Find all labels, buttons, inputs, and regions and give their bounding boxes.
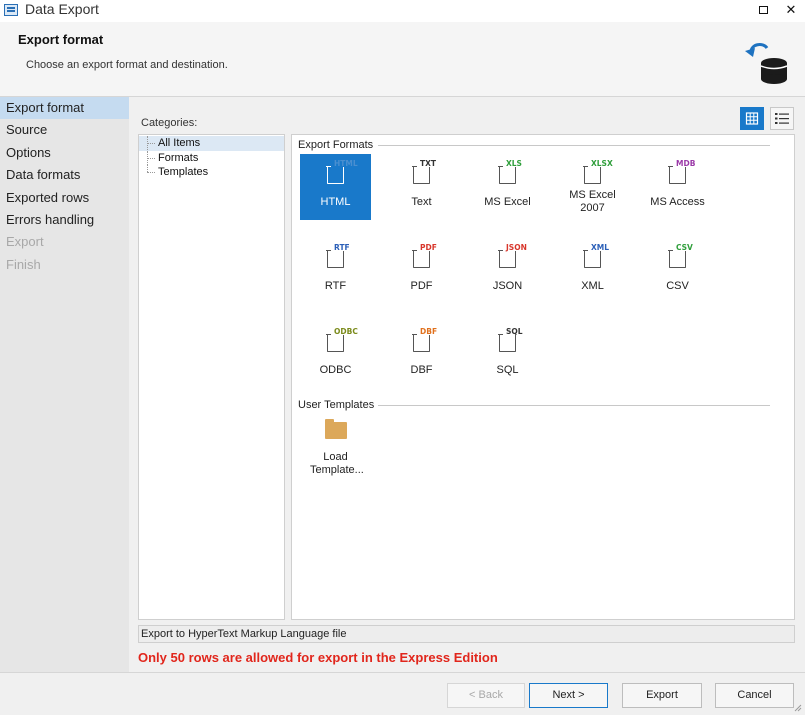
format-tile-sql[interactable]: SQL SQL <box>472 322 543 388</box>
sidebar-step-exported-rows[interactable]: Exported rows <box>0 187 129 209</box>
format-name: MS Excel <box>484 196 531 208</box>
format-name: RTF <box>324 280 347 292</box>
rtf-file-icon <box>326 250 344 268</box>
formats-panel: Export Formats User Templates HTML HTML TX… <box>291 134 795 620</box>
format-name: JSON <box>492 280 523 292</box>
export-button[interactable]: Export <box>622 683 702 708</box>
next-button[interactable]: Next > <box>529 683 608 708</box>
format-tile-xlsx[interactable]: XLSX MS Excel 2007 <box>557 154 628 220</box>
html-file-icon <box>326 166 344 184</box>
list-view-button[interactable] <box>770 107 794 130</box>
window-title: Data Export <box>25 1 99 17</box>
sql-file-icon <box>498 334 516 352</box>
format-tile-xml[interactable]: XML XML <box>557 238 628 304</box>
format-tile-pdf[interactable]: PDF PDF <box>386 238 457 304</box>
sidebar-step-export: Export <box>6 234 44 250</box>
file-type-tag: ODBC <box>334 327 358 336</box>
sidebar-step-source[interactable]: Source <box>0 119 129 141</box>
tree-item-all-items[interactable]: All Items <box>139 136 284 151</box>
mdb-file-icon <box>668 166 686 184</box>
large-icons-view-button[interactable] <box>740 107 764 130</box>
file-type-tag: RTF <box>334 243 350 252</box>
back-button[interactable]: < Back <box>447 683 525 708</box>
xls-file-icon <box>498 166 516 184</box>
format-tile-csv[interactable]: CSV CSV <box>642 238 713 304</box>
tree-item-formats[interactable]: Formats <box>139 150 284 166</box>
categories-tree: All Items Formats Templates <box>138 134 285 620</box>
group-header-export-formats: Export Formats <box>298 139 374 151</box>
file-type-tag: XML <box>591 243 610 252</box>
folder-icon <box>325 419 347 439</box>
file-type-tag: JSON <box>506 243 527 252</box>
group-divider <box>378 145 770 146</box>
page-title: Export format <box>18 32 104 47</box>
dbf-file-icon <box>412 334 430 352</box>
format-name: PDF <box>410 280 433 292</box>
sidebar-step-export-format[interactable]: Export format <box>0 97 129 120</box>
format-tile-html[interactable]: HTML HTML <box>300 154 371 220</box>
format-tile-dbf[interactable]: DBF DBF <box>386 322 457 388</box>
format-tile-json[interactable]: JSON JSON <box>472 238 543 304</box>
format-name: MS Excel 2007 <box>569 189 616 214</box>
title-bar: Data Export ✕ <box>0 0 805 22</box>
format-tile-odbc[interactable]: ODBC ODBC <box>300 322 371 388</box>
sidebar-step-data-formats[interactable]: Data formats <box>0 164 129 186</box>
file-type-tag: MDB <box>676 159 696 168</box>
txt-file-icon <box>412 166 430 184</box>
format-name: DBF <box>410 364 433 376</box>
xml-file-icon <box>583 250 601 268</box>
json-file-icon <box>498 250 516 268</box>
file-type-tag: HTML <box>334 159 358 168</box>
odbc-file-icon <box>326 334 344 352</box>
xlsx-file-icon <box>583 166 601 184</box>
sidebar-step-errors-handling[interactable]: Errors handling <box>0 209 129 231</box>
wizard-header: Export format Choose an export format an… <box>0 22 805 97</box>
template-name: Load Template... <box>310 451 364 476</box>
file-type-tag: XLSX <box>591 159 613 168</box>
file-type-tag: SQL <box>506 327 523 336</box>
format-tile-rtf[interactable]: RTF RTF <box>300 238 371 304</box>
format-name: SQL <box>496 364 519 376</box>
app-icon <box>4 4 18 16</box>
group-divider <box>378 405 770 406</box>
maximize-button[interactable] <box>753 2 773 17</box>
file-type-tag: TXT <box>420 159 437 168</box>
resize-grip-icon[interactable] <box>792 702 802 712</box>
format-name: XML <box>581 280 604 292</box>
format-tile-xls[interactable]: XLS MS Excel <box>472 154 543 220</box>
format-name: CSV <box>666 280 689 292</box>
page-subtitle: Choose an export format and destination. <box>26 59 228 71</box>
format-name: Text <box>411 196 432 208</box>
edition-warning: Only 50 rows are allowed for export in t… <box>138 650 498 665</box>
file-type-tag: PDF <box>420 243 437 252</box>
group-header-user-templates: User Templates <box>298 399 375 411</box>
tree-item-templates[interactable]: Templates <box>139 165 284 180</box>
format-tile-mdb[interactable]: MDB MS Access <box>642 154 713 220</box>
sidebar-step-options[interactable]: Options <box>0 142 129 164</box>
format-name: ODBC <box>319 364 352 376</box>
pdf-file-icon <box>412 250 430 268</box>
categories-label: Categories: <box>141 117 198 129</box>
file-type-tag: DBF <box>420 327 438 336</box>
file-type-tag: CSV <box>676 243 693 252</box>
format-tile-txt[interactable]: TXT Text <box>386 154 457 220</box>
csv-file-icon <box>668 250 686 268</box>
sidebar-step-finish: Finish <box>6 256 41 272</box>
close-button[interactable]: ✕ <box>781 2 801 18</box>
database-export-icon <box>745 43 788 84</box>
format-name: HTML <box>320 196 351 208</box>
load-template-tile[interactable]: Load Template... <box>300 414 371 480</box>
wizard-steps-sidebar: Export format Source Options Data formats Ex… <box>0 97 129 672</box>
format-description: Export to HyperText Markup Language file <box>138 625 795 643</box>
main-content: Categories: All Items Formats Templates … <box>129 97 805 672</box>
grid-view-icon <box>745 112 759 125</box>
file-type-tag: XLS <box>506 159 522 168</box>
wizard-footer: < Back Next > Export Cancel <box>0 672 805 715</box>
maximize-icon <box>758 6 768 14</box>
format-name: MS Access <box>650 196 705 208</box>
cancel-button[interactable]: Cancel <box>715 683 794 708</box>
list-view-icon <box>775 113 789 124</box>
